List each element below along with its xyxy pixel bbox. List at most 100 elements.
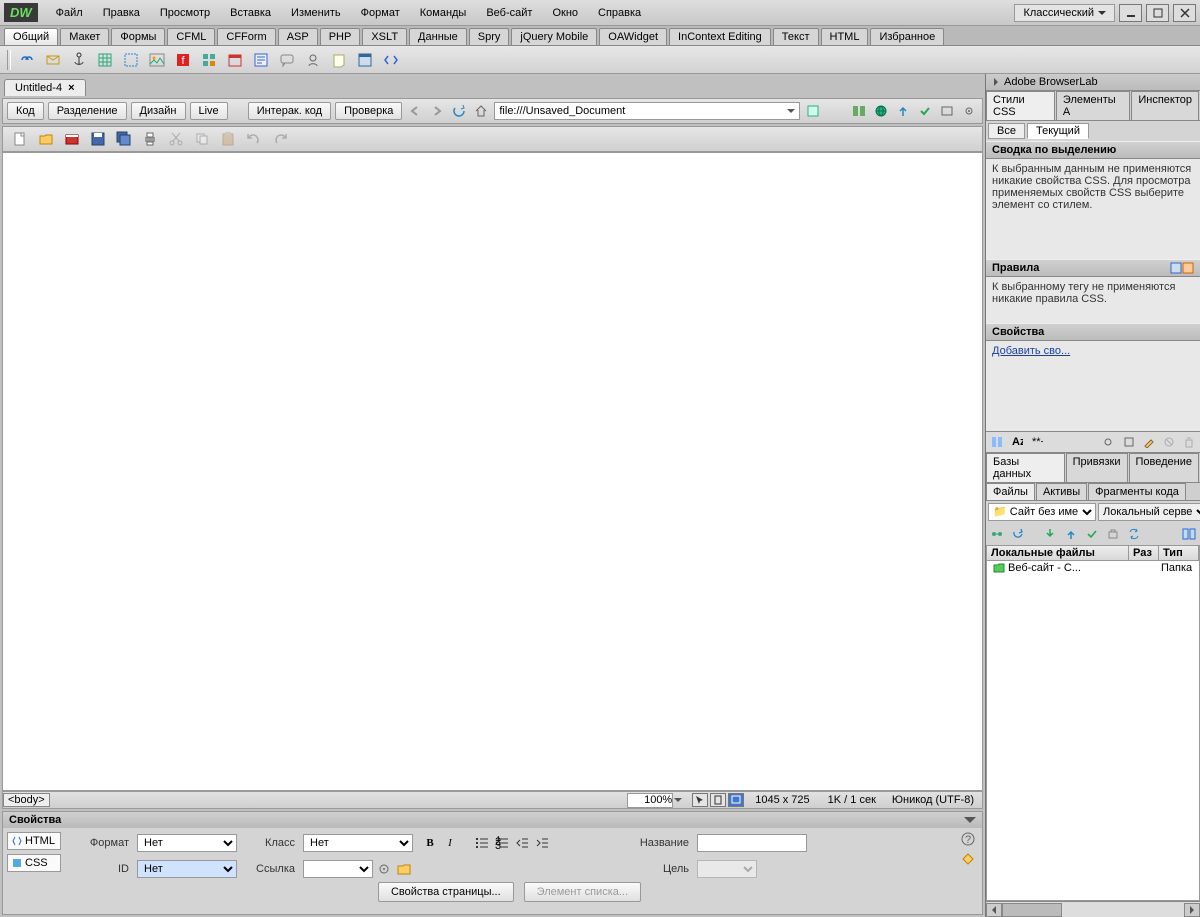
media-icon[interactable]: f — [172, 49, 194, 71]
tab-common[interactable]: Общий — [4, 28, 58, 45]
tag-selector[interactable]: <body> — [3, 793, 50, 807]
document-tab[interactable]: Untitled-4 × — [4, 79, 86, 96]
delete-rule-icon[interactable] — [1180, 434, 1198, 450]
browserlab-panel-header[interactable]: Adobe BrowserLab — [986, 74, 1200, 91]
menu-window[interactable]: Окно — [542, 3, 588, 23]
live-view-button[interactable]: Live — [190, 102, 228, 120]
window-maximize-button[interactable] — [1146, 4, 1169, 22]
menu-modify[interactable]: Изменить — [281, 3, 351, 23]
forward-icon[interactable] — [428, 102, 446, 120]
upload-icon[interactable] — [894, 102, 912, 120]
point-to-file-icon[interactable] — [375, 860, 393, 878]
connect-icon[interactable] — [988, 525, 1006, 543]
id-select[interactable]: Нет — [137, 860, 237, 878]
table-icon[interactable] — [94, 49, 116, 71]
edit-rule-icon[interactable] — [1140, 434, 1158, 450]
home-icon[interactable] — [472, 102, 490, 120]
tab-oawidget[interactable]: OAWidget — [599, 28, 667, 45]
tab-php[interactable]: PHP — [320, 28, 361, 45]
attach-style-icon[interactable] — [1100, 434, 1118, 450]
chevron-down-icon[interactable] — [673, 795, 683, 805]
visual-aids-icon[interactable] — [960, 102, 978, 120]
css-all-button[interactable]: Все — [988, 123, 1025, 139]
get-icon[interactable] — [1041, 525, 1059, 543]
browse-folder-icon[interactable] — [395, 860, 413, 878]
quick-tag-icon[interactable] — [961, 852, 975, 866]
format-select[interactable]: Нет — [137, 834, 237, 852]
target-select[interactable] — [697, 860, 757, 878]
print-icon[interactable] — [139, 128, 161, 150]
window-size-icon[interactable] — [728, 793, 744, 807]
cut-icon[interactable] — [165, 128, 187, 150]
sync-icon[interactable] — [1125, 525, 1143, 543]
comment-icon[interactable] — [276, 49, 298, 71]
script-icon[interactable] — [328, 49, 350, 71]
live-options-icon[interactable] — [804, 102, 822, 120]
image-icon[interactable] — [146, 49, 168, 71]
preview-browser-icon[interactable] — [872, 102, 890, 120]
tab-text[interactable]: Текст — [773, 28, 819, 45]
add-property-link[interactable]: Добавить сво... — [992, 345, 1070, 357]
files-hscroll[interactable] — [986, 901, 1200, 917]
outdent-button[interactable] — [513, 834, 531, 852]
tab-cfform[interactable]: CFForm — [217, 28, 275, 45]
ul-button[interactable] — [473, 834, 491, 852]
panel-menu-icon[interactable] — [964, 814, 976, 826]
new-icon[interactable] — [9, 128, 31, 150]
scroll-thumb[interactable] — [1002, 903, 1062, 917]
code-view-button[interactable]: Код — [7, 102, 44, 120]
col-size[interactable]: Раз — [1129, 546, 1159, 560]
save-icon[interactable] — [87, 128, 109, 150]
help-icon[interactable]: ? — [961, 832, 975, 846]
new-rule-icon[interactable] — [1120, 434, 1138, 450]
tab-xslt[interactable]: XSLT — [362, 28, 407, 45]
head-icon[interactable] — [302, 49, 324, 71]
save-all-icon[interactable] — [113, 128, 135, 150]
status-dimensions[interactable]: 1045 x 725 — [745, 794, 819, 806]
class-select[interactable]: Нет — [303, 834, 413, 852]
site-select[interactable]: 📁 Сайт без име — [988, 503, 1096, 521]
tab-databases[interactable]: Базы данных — [986, 453, 1065, 482]
italic-button[interactable]: I — [441, 834, 459, 852]
tab-behaviors[interactable]: Поведение — [1129, 453, 1200, 482]
checkin-icon[interactable] — [1104, 525, 1122, 543]
widget-icon[interactable] — [198, 49, 220, 71]
browser-compat-icon[interactable] — [938, 102, 956, 120]
tab-jquery[interactable]: jQuery Mobile — [511, 28, 597, 45]
close-tab-icon[interactable]: × — [68, 82, 74, 94]
inspect-button[interactable]: Проверка — [335, 102, 402, 120]
disable-rule-icon[interactable] — [1160, 434, 1178, 450]
page-properties-button[interactable]: Свойства страницы... — [378, 882, 514, 902]
menu-site[interactable]: Веб-сайт — [476, 3, 542, 23]
div-icon[interactable] — [120, 49, 142, 71]
split-view-button[interactable]: Разделение — [48, 102, 127, 120]
tab-inspector[interactable]: Инспектор — [1131, 91, 1199, 120]
paste-icon[interactable] — [217, 128, 239, 150]
zoom-field[interactable] — [627, 793, 673, 808]
tab-incontext[interactable]: InContext Editing — [669, 28, 771, 45]
design-view-button[interactable]: Дизайн — [131, 102, 186, 120]
rules-icon[interactable] — [1182, 262, 1194, 274]
link-select[interactable] — [303, 860, 373, 878]
back-icon[interactable] — [406, 102, 424, 120]
file-row[interactable]: Веб-сайт - С... Папка — [987, 561, 1199, 575]
tab-spry[interactable]: Spry — [469, 28, 510, 45]
ssi-icon[interactable] — [250, 49, 272, 71]
tab-asp[interactable]: ASP — [278, 28, 318, 45]
bold-button[interactable]: B — [421, 834, 439, 852]
open-icon[interactable] — [35, 128, 57, 150]
indent-button[interactable] — [533, 834, 551, 852]
tab-files[interactable]: Файлы — [986, 483, 1035, 500]
browse-icon[interactable] — [61, 128, 83, 150]
tab-html[interactable]: HTML — [821, 28, 869, 45]
tab-bindings[interactable]: Привязки — [1066, 453, 1128, 482]
menu-help[interactable]: Справка — [588, 3, 651, 23]
validation-icon[interactable] — [916, 102, 934, 120]
tab-css-styles[interactable]: Стили CSS — [986, 91, 1055, 120]
ol-button[interactable]: 123 — [493, 834, 511, 852]
template-icon[interactable] — [354, 49, 376, 71]
scroll-right-icon[interactable] — [1184, 903, 1200, 917]
tag-chooser-icon[interactable] — [380, 49, 402, 71]
undo-icon[interactable] — [243, 128, 265, 150]
refresh-files-icon[interactable] — [1009, 525, 1027, 543]
